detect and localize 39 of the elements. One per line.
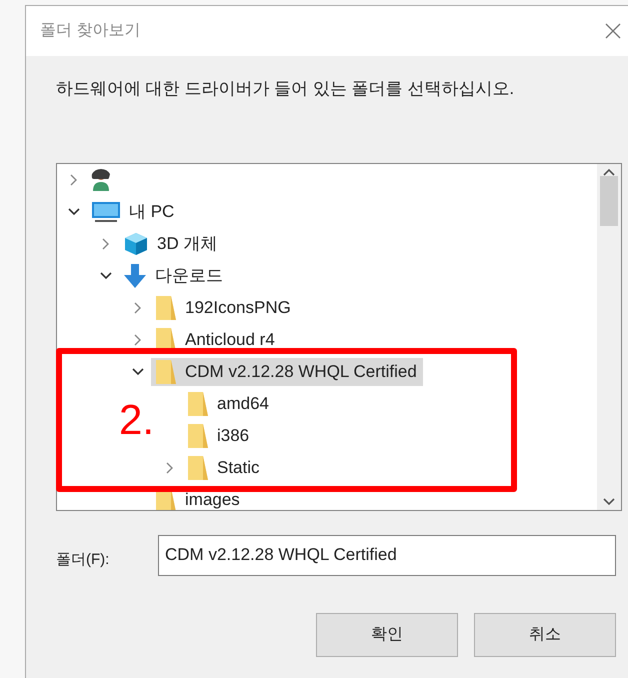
folder-icon [187, 455, 209, 481]
scroll-thumb[interactable] [600, 176, 618, 226]
expand-icon[interactable] [134, 302, 142, 314]
down-arrow-icon [123, 263, 147, 289]
folder-input-field[interactable]: CDM v2.12.28 WHQL Certified [158, 535, 616, 576]
expand-icon[interactable] [134, 334, 142, 346]
tree-item[interactable]: Anticloud r4 [151, 326, 281, 354]
folder-icon [155, 359, 177, 385]
collapse-icon[interactable] [68, 208, 80, 216]
expand-icon[interactable] [70, 174, 78, 186]
close-icon[interactable] [604, 22, 622, 40]
expand-icon[interactable] [166, 462, 174, 474]
scroll-up-icon[interactable] [603, 168, 615, 176]
tree-item[interactable]: 다운로드 [119, 262, 229, 290]
tree-item[interactable]: images [151, 486, 246, 510]
tree-item[interactable]: 내 PC [87, 198, 180, 226]
tree-item[interactable]: 3D 개체 [119, 230, 224, 258]
folder-icon [155, 295, 177, 321]
expand-icon[interactable] [102, 238, 110, 250]
annotation-label: 2. [119, 399, 154, 441]
tree-item[interactable]: Static [183, 454, 266, 482]
folder-icon [187, 391, 209, 417]
window-title: 폴더 찾아보기 [40, 21, 140, 41]
folder-label: 폴더(F): [56, 550, 110, 570]
cube-icon [123, 231, 149, 257]
tree-item[interactable]: i386 [183, 422, 256, 450]
collapse-icon[interactable] [132, 368, 144, 376]
instruction-text: 하드웨어에 대한 드라이버가 들어 있는 폴더를 선택하십시오. [56, 79, 514, 98]
user-icon [91, 168, 111, 192]
folder-icon [187, 423, 209, 449]
scrollbar[interactable] [597, 164, 621, 510]
ok-button[interactable]: 확인 [316, 613, 458, 657]
tree-item[interactable]: amd64 [183, 390, 275, 418]
tree-item[interactable]: CDM v2.12.28 WHQL Certified [151, 358, 423, 386]
collapse-icon[interactable] [100, 272, 112, 280]
scroll-down-icon[interactable] [603, 498, 615, 506]
cancel-button[interactable]: 취소 [474, 613, 616, 657]
tree-item[interactable]: 192IconsPNG [151, 294, 297, 322]
monitor-icon [91, 200, 121, 224]
